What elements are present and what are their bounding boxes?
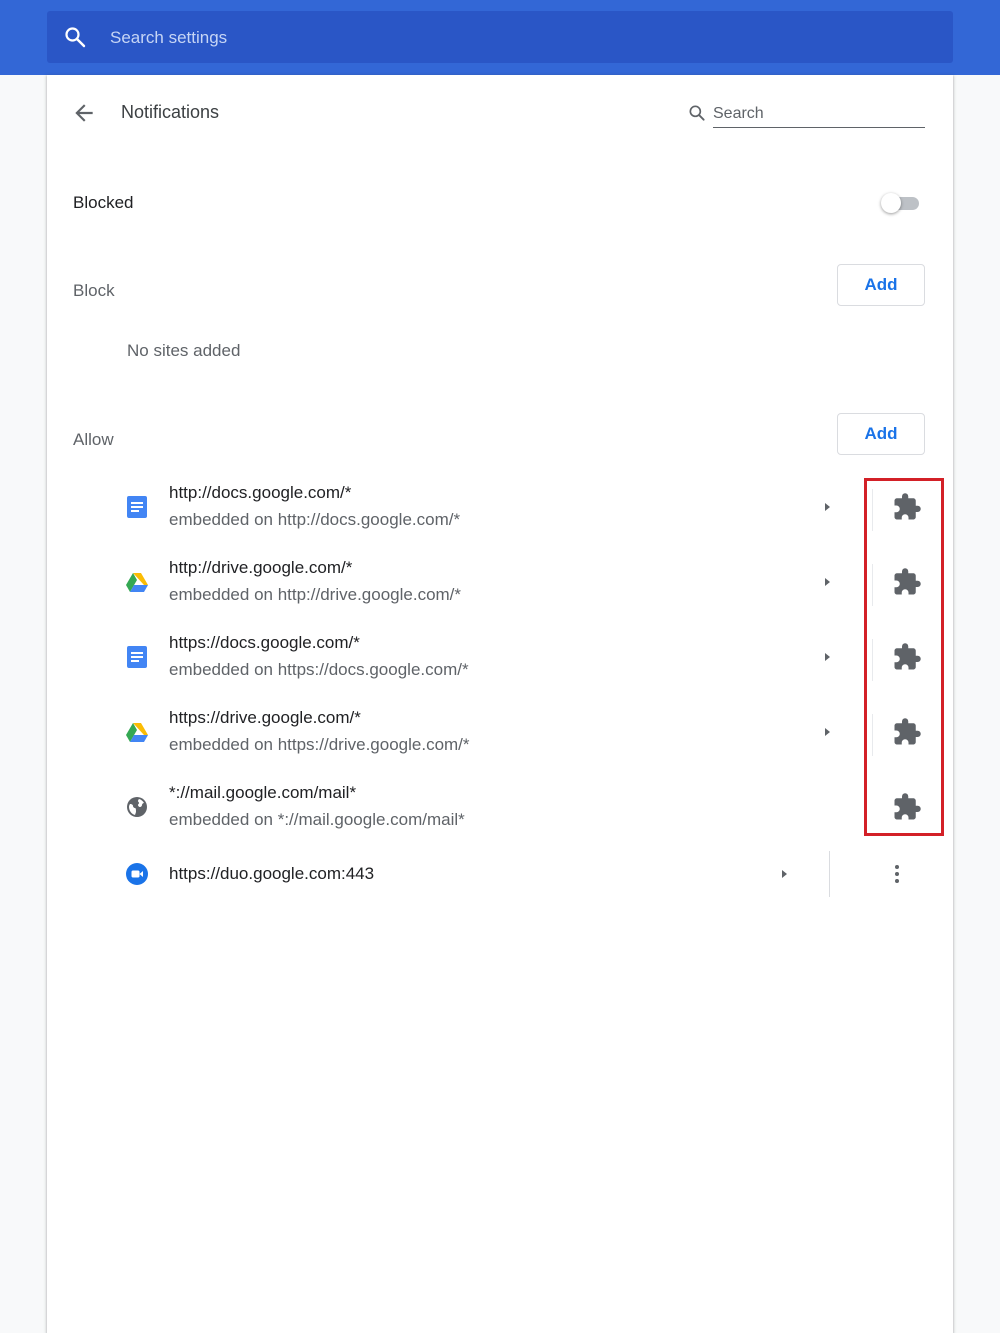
subpage-search[interactable] [687, 101, 927, 129]
blocked-label: Blocked [73, 193, 134, 212]
search-settings-box[interactable] [47, 11, 953, 65]
site-url: https://docs.google.com/* [169, 633, 360, 652]
site-row[interactable]: http://drive.google.com/* embedded on ht… [47, 550, 953, 620]
site-row[interactable]: https://drive.google.com/* embedded on h… [47, 700, 953, 770]
site-url: http://drive.google.com/* [169, 558, 353, 577]
allow-section-label: Allow [73, 430, 114, 449]
site-embedded-text: embedded on https://drive.google.com/* [169, 735, 470, 754]
page-title: Notifications [121, 102, 220, 122]
site-row[interactable]: http://docs.google.com/* embedded on htt… [47, 475, 953, 545]
site-url: https://duo.google.com:443 [169, 864, 375, 883]
no-sites-message: No sites added [127, 341, 241, 360]
site-url: *://mail.google.com/mail* [169, 783, 357, 802]
search-icon [65, 27, 86, 48]
globe-icon [127, 797, 147, 817]
google-docs-icon [127, 646, 147, 668]
highlight-box [864, 478, 944, 836]
blocked-toggle[interactable] [881, 193, 923, 213]
chevron-right-icon[interactable] [776, 866, 792, 882]
google-drive-icon [126, 723, 148, 742]
site-embedded-text: embedded on *://mail.google.com/mail* [169, 810, 465, 829]
divider [829, 851, 830, 897]
google-docs-icon [127, 496, 147, 518]
chevron-right-icon[interactable] [819, 574, 835, 590]
back-arrow-icon[interactable] [71, 100, 97, 126]
more-vert-icon[interactable] [885, 862, 909, 886]
site-url: http://docs.google.com/* [169, 483, 352, 502]
block-add-button[interactable]: Add [837, 264, 925, 306]
site-embedded-text: embedded on http://docs.google.com/* [169, 510, 461, 529]
search-settings-input[interactable] [108, 11, 932, 65]
chevron-right-icon[interactable] [819, 724, 835, 740]
site-row[interactable]: https://duo.google.com:443 [47, 851, 953, 897]
top-header-bar [0, 0, 1000, 75]
search-icon [689, 105, 705, 121]
site-embedded-text: embedded on https://docs.google.com/* [169, 660, 469, 679]
site-embedded-text: embedded on http://drive.google.com/* [169, 585, 462, 604]
site-url: https://drive.google.com/* [169, 708, 361, 727]
subpage-search-input[interactable] [713, 101, 925, 128]
google-duo-icon [126, 863, 148, 885]
settings-card: Notifications Blocked Block Add No sites… [47, 75, 953, 1333]
block-section-label: Block [73, 281, 115, 300]
site-row[interactable]: *://mail.google.com/mail* embedded on *:… [47, 775, 953, 845]
google-drive-icon [126, 573, 148, 592]
site-row[interactable]: https://docs.google.com/* embedded on ht… [47, 625, 953, 695]
toggle-knob [881, 193, 901, 213]
chevron-right-icon[interactable] [819, 499, 835, 515]
allow-add-button[interactable]: Add [837, 413, 925, 455]
chevron-right-icon[interactable] [819, 649, 835, 665]
